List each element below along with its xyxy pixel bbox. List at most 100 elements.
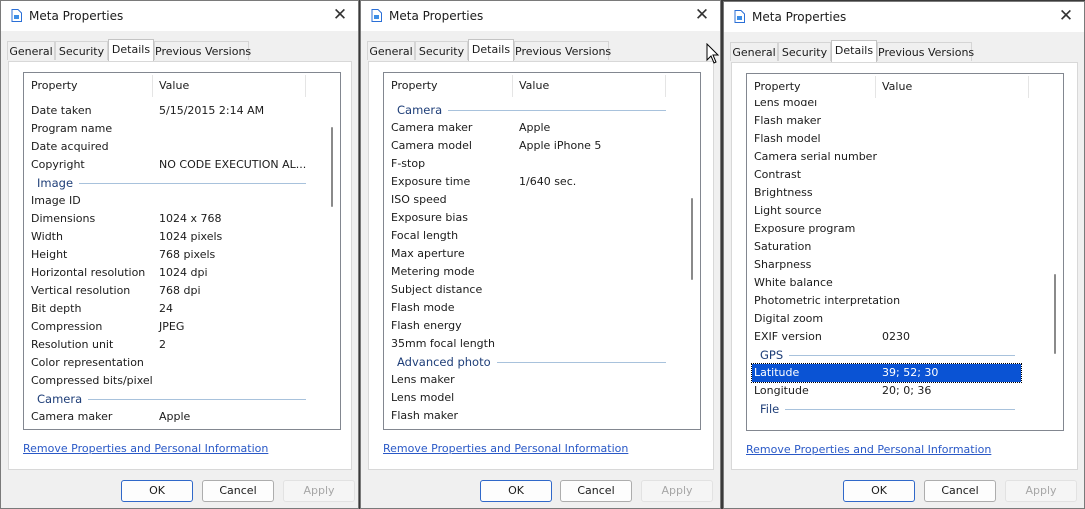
properties-list[interactable]: Property Value Lens model Flash maker Flas… — [746, 73, 1064, 431]
property-row[interactable]: Focal length — [389, 227, 672, 245]
property-row[interactable]: 35mm focal length — [389, 335, 672, 353]
header-divider[interactable] — [875, 76, 876, 98]
property-row[interactable]: Bit depth 24 — [29, 300, 312, 318]
property-row[interactable]: Dimensions 1024 x 768 — [29, 210, 312, 228]
property-row[interactable]: Compressed bits/pixel — [29, 372, 312, 390]
property-row[interactable]: Flash maker — [389, 407, 672, 425]
tab-previous-versions[interactable]: Previous Versions — [514, 41, 611, 60]
property-row[interactable]: Camera serial number — [752, 148, 1021, 166]
property-row[interactable]: Digital zoom — [752, 310, 1021, 328]
header-property[interactable]: Property — [391, 79, 438, 92]
property-row[interactable]: Exposure program — [752, 220, 1021, 238]
tab-details[interactable]: Details — [831, 40, 877, 62]
property-row[interactable]: Date acquired — [29, 138, 312, 156]
property-row[interactable]: Exposure bias — [389, 209, 672, 227]
property-row[interactable]: Width 1024 pixels — [29, 228, 312, 246]
property-row[interactable]: Longitude 20; 0; 36 — [752, 382, 1021, 400]
scrollbar-thumb[interactable] — [331, 127, 333, 207]
cancel-button[interactable]: Cancel — [202, 480, 274, 502]
tab-previous-versions[interactable]: Previous Versions — [877, 42, 974, 61]
properties-list[interactable]: Property Value Date taken 5/15/2015 2:14 … — [23, 72, 341, 430]
property-row[interactable]: Flash model — [752, 130, 1021, 148]
property-row[interactable]: Program name — [29, 120, 312, 138]
property-row[interactable]: Saturation — [752, 238, 1021, 256]
property-row[interactable]: EXIF version 0230 — [752, 328, 1021, 346]
details-panel: Property Value Camera Camera maker Apple Ca… — [368, 61, 714, 470]
header-divider[interactable] — [152, 75, 153, 97]
property-row[interactable]: Exposure time 1/640 sec. — [389, 173, 672, 191]
header-divider[interactable] — [665, 75, 666, 97]
apply-button[interactable]: Apply — [1005, 480, 1077, 502]
tab-security[interactable]: Security — [415, 41, 468, 60]
ok-button[interactable]: OK — [843, 480, 915, 502]
tab-previous-versions[interactable]: Previous Versions — [154, 41, 251, 60]
scrollbar-thumb[interactable] — [691, 198, 693, 280]
property-row[interactable]: Vertical resolution 768 dpi — [29, 282, 312, 300]
properties-list[interactable]: Property Value Camera Camera maker Apple Ca… — [383, 72, 701, 430]
details-panel: Property Value Date taken 5/15/2015 2:14 … — [8, 61, 352, 470]
property-row[interactable]: Max aperture — [389, 245, 672, 263]
remove-properties-link[interactable]: Remove Properties and Personal Informati… — [746, 443, 991, 456]
property-row[interactable]: Height 768 pixels — [29, 246, 312, 264]
property-row[interactable]: Compression JPEG — [29, 318, 312, 336]
close-icon[interactable]: ✕ — [1056, 6, 1076, 26]
property-row[interactable]: Camera model Apple iPhone 5 — [389, 137, 672, 155]
apply-button[interactable]: Apply — [641, 480, 713, 502]
tab-details[interactable]: Details — [468, 39, 514, 61]
header-property[interactable]: Property — [754, 80, 801, 93]
property-row[interactable]: Color representation — [29, 354, 312, 372]
property-name: Dimensions — [31, 212, 96, 225]
title-bar[interactable]: Meta Properties ✕ — [1, 1, 358, 31]
property-name: 35mm focal length — [391, 337, 495, 350]
property-row[interactable]: Sharpness — [752, 256, 1021, 274]
tab-security[interactable]: Security — [55, 41, 108, 60]
property-row[interactable]: Copyright NO CODE EXECUTION AL... — [29, 156, 312, 174]
title-bar[interactable]: Meta Properties ✕ — [724, 2, 1084, 32]
close-icon[interactable]: ✕ — [692, 5, 712, 25]
property-row[interactable]: Brightness — [752, 184, 1021, 202]
header-property[interactable]: Property — [31, 79, 78, 92]
tab-general[interactable]: General — [730, 42, 778, 61]
header-divider[interactable] — [1028, 76, 1029, 98]
header-value[interactable]: Value — [159, 79, 189, 92]
tab-general[interactable]: General — [367, 41, 415, 60]
cancel-button[interactable]: Cancel — [924, 480, 996, 502]
property-row[interactable]: Light source — [752, 202, 1021, 220]
property-row[interactable]: Camera maker Apple — [29, 408, 312, 426]
header-divider[interactable] — [512, 75, 513, 97]
apply-button[interactable]: Apply — [283, 480, 355, 502]
property-row[interactable]: ISO speed — [389, 191, 672, 209]
property-row[interactable]: Latitude 39; 52; 30 — [751, 363, 1022, 383]
property-row[interactable]: White balance — [752, 274, 1021, 292]
property-row[interactable]: Metering mode — [389, 263, 672, 281]
header-value[interactable]: Value — [882, 80, 912, 93]
property-row[interactable]: Lens maker — [389, 371, 672, 389]
list-header: Property Value — [384, 73, 700, 99]
tab-security[interactable]: Security — [778, 42, 831, 61]
tab-details[interactable]: Details — [108, 39, 154, 61]
header-value[interactable]: Value — [519, 79, 549, 92]
cancel-button[interactable]: Cancel — [560, 480, 632, 502]
header-divider[interactable] — [305, 75, 306, 97]
property-row[interactable]: Subject distance — [389, 281, 672, 299]
property-row[interactable]: Resolution unit 2 — [29, 336, 312, 354]
property-row[interactable]: Camera maker Apple — [389, 119, 672, 137]
property-row[interactable]: F-stop — [389, 155, 672, 173]
property-row[interactable]: Horizontal resolution 1024 dpi — [29, 264, 312, 282]
property-row[interactable]: Image ID — [29, 192, 312, 210]
ok-button[interactable]: OK — [480, 480, 552, 502]
remove-properties-link[interactable]: Remove Properties and Personal Informati… — [23, 442, 268, 455]
property-row[interactable]: Date taken 5/15/2015 2:14 AM — [29, 102, 312, 120]
tab-general[interactable]: General — [7, 41, 55, 60]
property-row[interactable]: Flash energy — [389, 317, 672, 335]
property-row[interactable]: Flash mode — [389, 299, 672, 317]
property-row[interactable]: Flash maker — [752, 112, 1021, 130]
property-row[interactable]: Contrast — [752, 166, 1021, 184]
scrollbar-thumb[interactable] — [1054, 274, 1056, 354]
close-icon[interactable]: ✕ — [330, 5, 350, 25]
title-bar[interactable]: Meta Properties ✕ — [361, 1, 720, 31]
remove-properties-link[interactable]: Remove Properties and Personal Informati… — [383, 442, 628, 455]
ok-button[interactable]: OK — [121, 480, 193, 502]
property-row[interactable]: Lens model — [389, 389, 672, 407]
property-row[interactable]: Photometric interpretation — [752, 292, 1021, 310]
